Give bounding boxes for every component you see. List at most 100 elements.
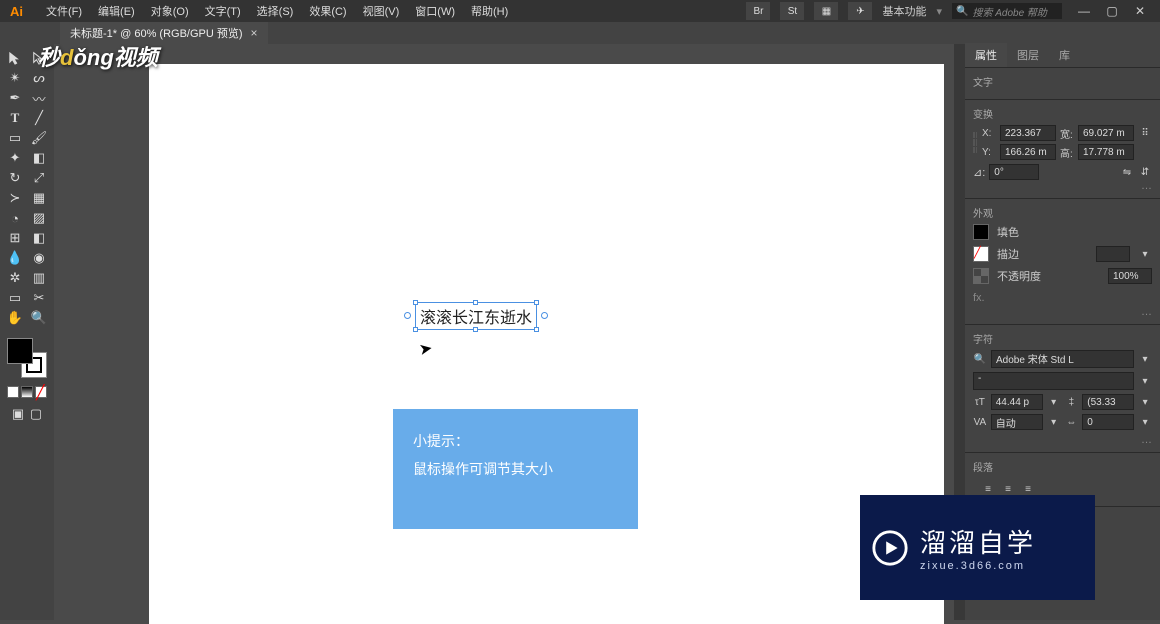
flip-v-icon[interactable]: ⇵ [1138,165,1152,179]
minimize-icon[interactable]: — [1072,3,1096,19]
link-wh-icon[interactable]: ⠿ [1138,126,1152,140]
tab-close-icon[interactable]: × [251,26,258,40]
document-tab[interactable]: 未标题-1* @ 60% (RGB/GPU 预览) × [60,22,268,44]
graph-tool[interactable]: ▥ [27,268,51,288]
menu-edit[interactable]: 编辑(E) [90,3,143,19]
x-input[interactable] [1000,125,1056,141]
selection-tool[interactable] [3,48,27,68]
slice-tool[interactable]: ✂ [27,288,51,308]
opacity-input[interactable] [1108,268,1152,284]
y-label: Y: [982,147,996,158]
bbox-handle[interactable] [473,300,478,305]
hint-box: 小提示： 鼠标操作可调节其大小 [393,409,638,529]
magic-wand-tool[interactable]: ✴ [3,68,27,88]
leading-input[interactable] [1082,394,1134,410]
font-style-select[interactable]: - [973,372,1134,390]
font-size-input[interactable] [991,394,1043,410]
pen-tool[interactable]: ✒ [3,88,27,108]
stroke-weight-input[interactable] [1096,246,1130,262]
text-object[interactable]: 滚滚长江东逝水 [415,302,537,330]
menu-effect[interactable]: 效果(C) [301,3,354,19]
y-input[interactable] [1000,144,1056,160]
search-input[interactable]: 🔍 搜索 Adobe 帮助 [952,3,1062,19]
width-input[interactable] [1078,125,1134,141]
fill-swatch[interactable] [7,338,33,364]
line-tool[interactable]: ╱ [27,108,51,128]
arrange-docs-icon[interactable]: ▦ [814,2,838,20]
screen-mode-full[interactable]: ▢ [27,404,45,424]
bbox-handle[interactable] [534,300,539,305]
shape-builder-tool[interactable]: ◔ [3,208,27,228]
tab-libraries[interactable]: 库 [1049,43,1080,67]
zoom-tool[interactable]: 🔍 [27,308,51,328]
bridge-icon[interactable]: Br [746,2,770,20]
kerning-input[interactable] [991,414,1043,430]
scale-tool[interactable]: ⤢ [27,168,51,188]
bbox-handle[interactable] [413,327,418,332]
menu-help[interactable]: 帮助(H) [463,3,516,19]
mesh-tool[interactable]: ⊞ [3,228,27,248]
tab-layers[interactable]: 图层 [1007,43,1049,67]
blend-tool[interactable]: ◉ [27,248,51,268]
eraser-tool[interactable]: ◧ [27,148,51,168]
font-family-select[interactable]: Adobe 宋体 Std L [991,350,1134,368]
menu-window[interactable]: 窗口(W) [407,3,463,19]
type-tool[interactable]: T [3,108,27,128]
bbox-handle[interactable] [413,300,418,305]
fx-row[interactable]: fx. [973,290,1152,306]
align-center-icon[interactable]: ≡ [1001,482,1015,496]
align-right-icon[interactable]: ≡ [1021,482,1035,496]
stroke-color-swatch[interactable]: ╱ [973,246,989,262]
lasso-tool[interactable]: ᔕ [27,68,51,88]
symbol-sprayer-tool[interactable]: ✲ [3,268,27,288]
rotate-tool[interactable]: ↻ [3,168,27,188]
hand-tool[interactable]: ✋ [3,308,27,328]
bbox-handle[interactable] [534,327,539,332]
width-tool[interactable]: ≻ [3,188,27,208]
none-mode-icon[interactable]: ╱ [35,386,47,398]
color-mode-icon[interactable] [7,386,19,398]
gradient-tool[interactable]: ◧ [27,228,51,248]
reference-point-grid[interactable] [973,132,976,154]
rectangle-tool[interactable]: ▭ [3,128,27,148]
direct-selection-tool[interactable] [27,48,51,68]
menu-type[interactable]: 文字(T) [197,3,249,19]
menu-file[interactable]: 文件(F) [38,3,90,19]
perspective-tool[interactable]: ▨ [27,208,51,228]
document-tab-bar: 未标题-1* @ 60% (RGB/GPU 预览) × [0,22,1160,44]
stroke-weight-stepper[interactable]: ▾ [1138,247,1152,261]
font-search-icon[interactable]: 🔍 [973,352,987,366]
artboard-tool[interactable]: ▭ [3,288,27,308]
menu-object[interactable]: 对象(O) [143,3,197,19]
canvas-area[interactable]: 滚滚长江东逝水 ➤ 小提示： 鼠标操作可调节其大小 [54,44,954,620]
screen-mode-normal[interactable]: ▣ [9,404,27,424]
artboard[interactable]: 滚滚长江东逝水 ➤ 小提示： 鼠标操作可调节其大小 [149,64,944,624]
align-left-icon[interactable]: ≡ [981,482,995,496]
paragraph-label: 段落 [973,459,1152,474]
curvature-tool[interactable]: 〰 [27,88,51,108]
gradient-mode-icon[interactable] [21,386,33,398]
text-port-icon[interactable] [541,312,548,319]
text-port-icon[interactable] [404,312,411,319]
eyedropper-tool[interactable]: 💧 [3,248,27,268]
menu-view[interactable]: 视图(V) [355,3,408,19]
bbox-handle[interactable] [473,327,478,332]
paintbrush-tool[interactable]: 🖌 [27,128,51,148]
watermark-url: zixue.3d66.com [920,560,1036,572]
gpu-icon[interactable]: ✈ [848,2,872,20]
tracking-input[interactable] [1082,414,1134,430]
shaper-tool[interactable]: ✦ [3,148,27,168]
maximize-icon[interactable]: ▢ [1100,3,1124,19]
fill-color-swatch[interactable] [973,224,989,240]
menu-select[interactable]: 选择(S) [249,3,302,19]
flip-h-icon[interactable]: ⇋ [1120,165,1134,179]
free-transform-tool[interactable]: ▦ [27,188,51,208]
stock-icon[interactable]: St [780,2,804,20]
workspace-switcher[interactable]: 基本功能 [882,3,926,19]
tab-properties[interactable]: 属性 [965,43,1007,67]
close-icon[interactable]: ✕ [1128,3,1152,19]
fill-stroke-swatches[interactable] [7,338,47,378]
font-size-icon: τT [973,395,987,409]
angle-input[interactable] [989,164,1039,180]
height-input[interactable] [1078,144,1134,160]
